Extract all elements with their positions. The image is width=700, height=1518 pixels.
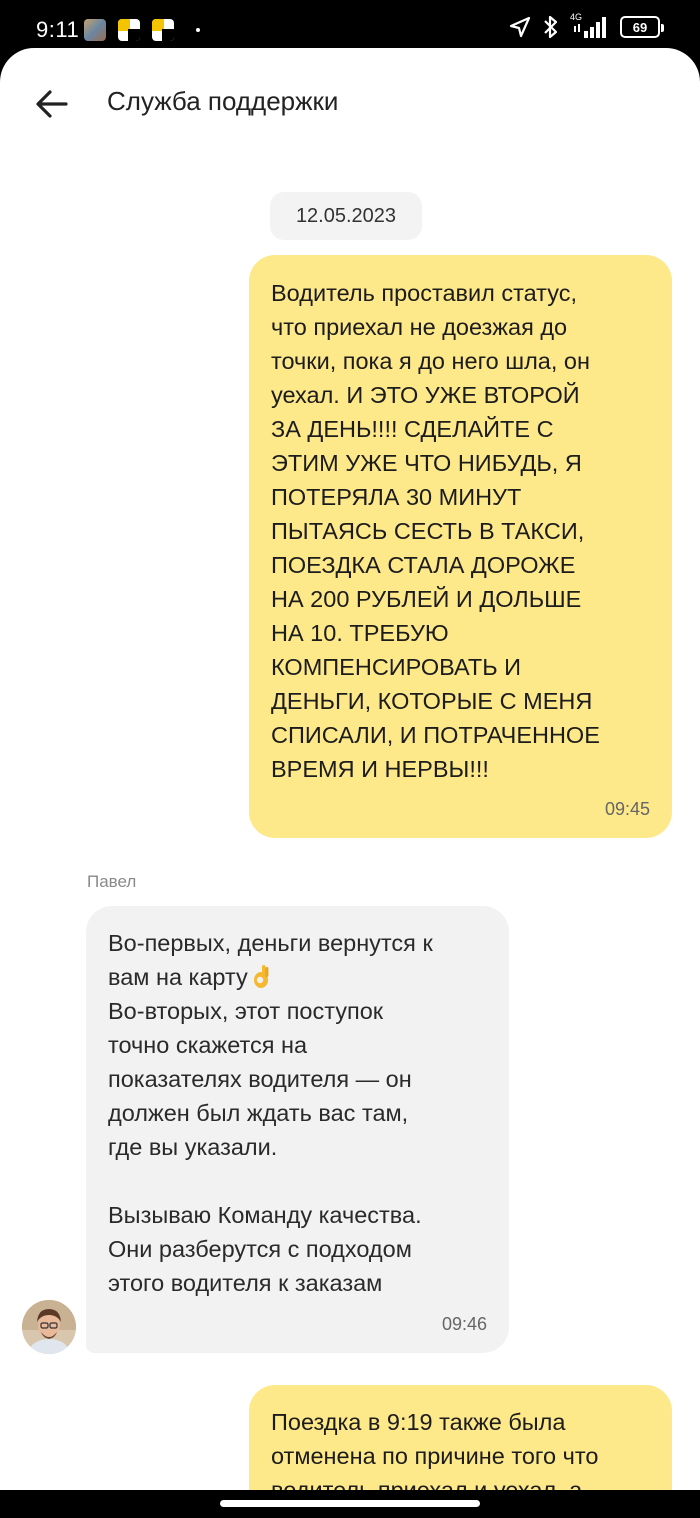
home-indicator[interactable] (220, 1500, 480, 1507)
message-text: Поездка в 9:19 также была отменена по пр… (271, 1409, 599, 1490)
status-time: 9:11 (36, 17, 80, 42)
chat-screen: Служба поддержки 12.05.2023 Водитель про… (0, 48, 700, 1490)
message-text: Во-первых, деньги вернутся к вам на карт… (108, 926, 489, 1300)
yandex-app-icon (118, 19, 140, 41)
bluetooth-icon (544, 15, 558, 39)
location-arrow-icon (509, 16, 531, 38)
outgoing-message[interactable]: Водитель проставил статус, что приехал н… (249, 255, 672, 838)
app-header: Служба поддержки (0, 48, 700, 158)
message-text: Водитель проставил статус, что приехал н… (271, 280, 600, 782)
back-button[interactable] (30, 84, 74, 124)
navigation-bar (0, 1490, 700, 1518)
gallery-app-icon (84, 19, 106, 41)
battery-icon: 69 (620, 16, 664, 38)
message-time: 09:46 (441, 1314, 487, 1334)
outgoing-message[interactable]: Поездка в 9:19 также была отменена по пр… (249, 1385, 672, 1490)
avatar[interactable] (22, 1300, 76, 1354)
message-text-part2: Во-вторых, этот поступок точно скажется … (108, 998, 422, 1296)
support-agent-avatar-icon (22, 1300, 76, 1354)
more-notifications-dot (196, 28, 200, 32)
page-title: Служба поддержки (107, 86, 339, 116)
sender-name: Павел (87, 872, 137, 891)
yandex-app-icon (152, 19, 174, 41)
incoming-message[interactable]: Во-первых, деньги вернутся к вам на карт… (86, 906, 509, 1353)
ok-hand-emoji-icon (253, 965, 269, 988)
message-text-part1: Во-первых, деньги вернутся к вам на карт… (108, 930, 433, 990)
battery-level: 69 (632, 19, 648, 35)
arrow-left-icon (36, 90, 68, 118)
message-time: 09:45 (604, 799, 650, 819)
system-icons: 4G 69 (508, 12, 664, 40)
notification-icons (84, 19, 200, 41)
signal-icon: 4G (570, 12, 610, 40)
date-separator: 12.05.2023 (270, 192, 422, 240)
